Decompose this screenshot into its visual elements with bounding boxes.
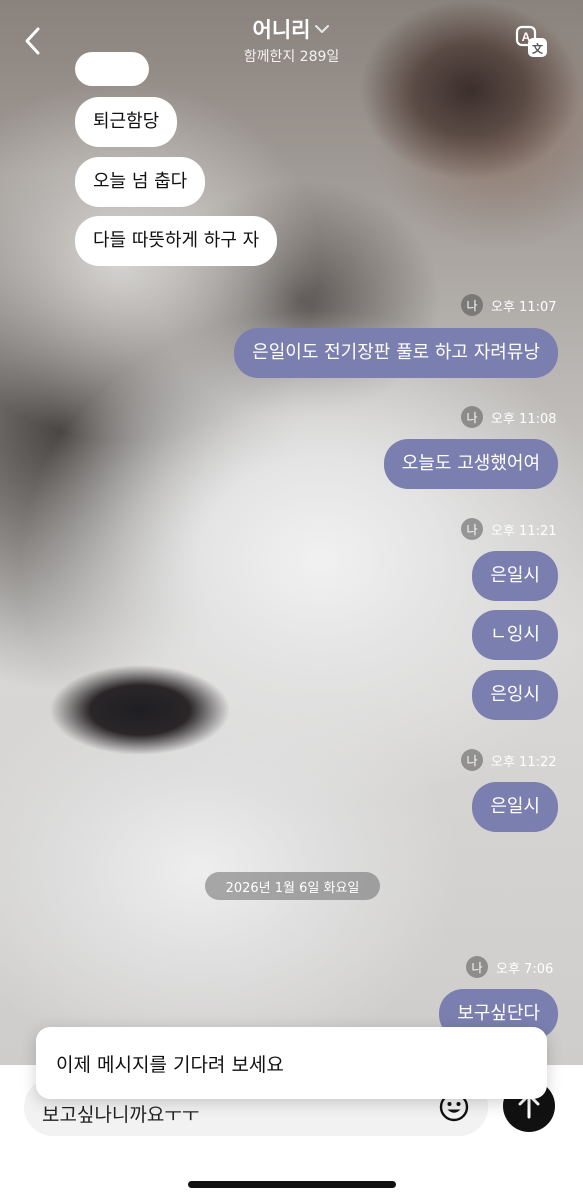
message-bubble-incoming[interactable]: 오늘 넘 춥다 [75, 157, 206, 207]
message-bubble-outgoing[interactable]: 은잉시 [472, 670, 558, 720]
translate-icon: A 文 [515, 25, 547, 57]
message-meta: 나 오후 7:06 [466, 956, 553, 978]
message-time: 오후 11:22 [491, 754, 557, 770]
message-time: 오후 7:06 [496, 961, 554, 977]
me-badge: 나 [466, 956, 488, 978]
message-input-value: 보고싶나니까요ㅜㅜ [42, 1104, 200, 1126]
date-separator: 2026년 1월 6일 화요일 [205, 872, 380, 900]
message-bubble-partial [75, 52, 149, 86]
message-meta: 나 오후 11:08 [461, 406, 557, 428]
me-badge: 나 [461, 406, 483, 428]
message-time: 오후 11:08 [491, 411, 557, 427]
message-bubble-outgoing[interactable]: ㄴ잉시 [472, 610, 558, 660]
home-indicator [188, 1181, 396, 1188]
me-badge: 나 [461, 294, 483, 316]
me-badge: 나 [461, 518, 483, 540]
toast-text: 이제 메시지를 기다려 보세요 [56, 1053, 284, 1076]
message-bubble-outgoing[interactable]: 은일시 [472, 551, 558, 601]
message-meta: 나 오후 11:22 [461, 749, 557, 771]
message-bubble-outgoing[interactable]: 은일시 [472, 782, 558, 832]
message-meta: 나 오후 11:07 [461, 294, 557, 316]
message-time: 오후 11:07 [491, 299, 557, 315]
message-meta: 나 오후 11:21 [461, 518, 557, 540]
message-time: 오후 11:21 [491, 523, 557, 539]
svg-text:文: 文 [532, 42, 544, 56]
me-badge: 나 [461, 749, 483, 771]
message-bubble-incoming[interactable]: 퇴근함당 [75, 97, 178, 147]
translate-button[interactable]: A 文 [515, 25, 549, 59]
message-bubble-incoming[interactable]: 다들 따뜻하게 하구 자 [75, 216, 278, 266]
toast-notification: 이제 메시지를 기다려 보세요 [36, 1027, 547, 1099]
message-bubble-outgoing[interactable]: 오늘도 고생했어여 [383, 439, 558, 489]
chat-title: 어니리 [252, 18, 311, 42]
message-bubble-outgoing[interactable]: 은일이도 전기장판 풀로 하고 자려뮤낭 [234, 328, 558, 378]
chevron-down-icon [315, 25, 330, 33]
svg-text:A: A [522, 30, 531, 44]
